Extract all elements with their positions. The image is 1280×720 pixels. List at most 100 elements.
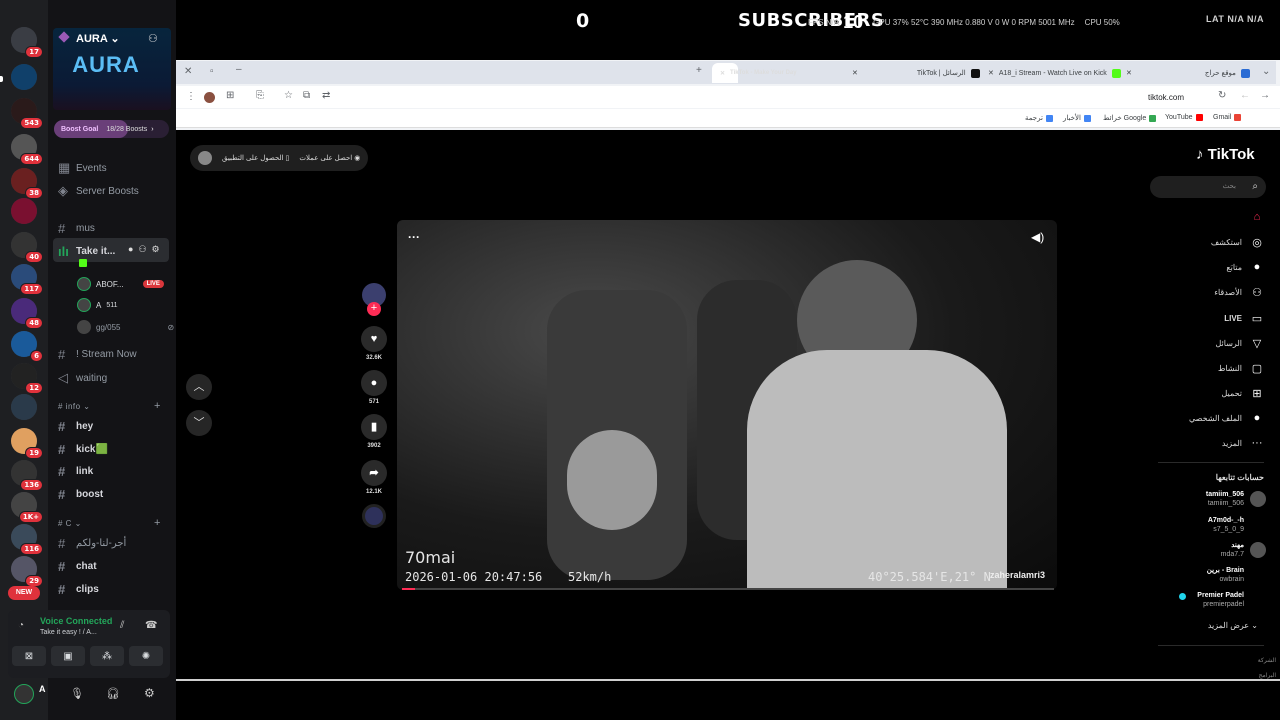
- new-tab-icon[interactable]: +: [696, 65, 702, 76]
- discord-home-button[interactable]: 17: [11, 27, 43, 58]
- channel-waiting[interactable]: ◁ waiting: [58, 370, 107, 386]
- server-icon[interactable]: 1K+: [11, 492, 43, 523]
- nav-following[interactable]: متابَع ●: [1226, 261, 1264, 273]
- video-player[interactable]: [397, 220, 1057, 590]
- bookmark-maps[interactable]: خرائط Google: [1103, 114, 1157, 122]
- translate-icon[interactable]: ⧉: [303, 90, 310, 101]
- server-icon[interactable]: 19: [11, 428, 43, 459]
- user-settings-icon[interactable]: ⚙: [144, 686, 155, 700]
- like-button[interactable]: ♥ 32.6K: [361, 326, 387, 361]
- camera-off-button[interactable]: ⊠: [12, 646, 46, 666]
- server-icon[interactable]: 117: [11, 264, 43, 295]
- server-icon[interactable]: 29: [11, 556, 43, 587]
- search-icon[interactable]: ⌕: [1252, 176, 1258, 198]
- close-tab-icon[interactable]: ✕: [1126, 69, 1132, 77]
- following-account[interactable]: Premier Padel premierpadel: [1197, 591, 1266, 609]
- nav-for-you[interactable]: ⌂: [1242, 211, 1264, 223]
- server-boosts-link[interactable]: ◈ Server Boosts: [58, 183, 139, 199]
- server-icon-aura[interactable]: [11, 64, 37, 90]
- reload-icon[interactable]: ↻: [1218, 90, 1226, 101]
- following-account[interactable]: برين - Brain owbrain: [1207, 566, 1266, 584]
- nav-more[interactable]: المزيد ···: [1222, 437, 1264, 449]
- minimize-window-icon[interactable]: –: [236, 64, 242, 75]
- bookmark-news[interactable]: الأخبار: [1063, 114, 1091, 122]
- channel-mus[interactable]: # mus: [58, 221, 95, 236]
- tab-search-icon[interactable]: ⌄: [1262, 66, 1270, 77]
- server-icon[interactable]: [11, 198, 37, 224]
- comment-button[interactable]: ● 571: [361, 370, 387, 405]
- see-more-link[interactable]: عرض المزيد ⌄: [1208, 621, 1258, 630]
- server-icon[interactable]: 644: [11, 134, 43, 165]
- settings-icon[interactable]: ⚙: [152, 244, 160, 255]
- footer-programs-link[interactable]: البرامج: [1259, 672, 1276, 679]
- share-button[interactable]: ➦ 12.1K: [361, 460, 387, 495]
- url-field[interactable]: tiktok.com: [1148, 93, 1184, 102]
- tab-messages[interactable]: ✕ TikTok | الرسائل: [852, 63, 980, 83]
- nav-explore[interactable]: استكشف ◎: [1211, 236, 1264, 249]
- back-icon[interactable]: →: [1260, 90, 1270, 101]
- channel-boost[interactable]: # boost: [58, 487, 103, 502]
- noise-suppression-icon[interactable]: ⫽: [120, 620, 124, 631]
- share-icon[interactable]: ⎘: [256, 90, 264, 101]
- bookmark-translate[interactable]: ترجمة: [1025, 114, 1053, 122]
- add-channel-icon[interactable]: +: [154, 517, 160, 529]
- headphones-icon[interactable]: 🎧︎: [106, 687, 120, 700]
- server-icon[interactable]: 12: [11, 363, 43, 394]
- following-account[interactable]: مهند mda7.7: [1221, 541, 1266, 559]
- channel-clips[interactable]: # clips: [58, 582, 99, 597]
- server-icon[interactable]: 38: [11, 168, 43, 199]
- server-name[interactable]: AURA ⌄: [76, 32, 120, 45]
- server-icon[interactable]: 136: [11, 460, 43, 491]
- invite-icon[interactable]: ⚇: [148, 32, 158, 45]
- follow-button[interactable]: +: [367, 302, 381, 316]
- channel-kick[interactable]: # kick🟩: [58, 442, 108, 457]
- tab-tiktok[interactable]: ✕ TikTok - Make Your Day: [712, 63, 797, 83]
- add-channel-icon[interactable]: +: [154, 400, 160, 412]
- close-tab-icon[interactable]: ✕: [852, 69, 858, 77]
- save-button[interactable]: ▮ 3902: [361, 414, 387, 449]
- channel-hey[interactable]: # hey: [58, 419, 93, 434]
- avatar[interactable]: [14, 684, 34, 704]
- tab-kick[interactable]: ✕ A18_i Stream - Watch Live on Kick: [988, 63, 1121, 83]
- screen-share-button[interactable]: ▣: [51, 646, 85, 666]
- nav-activity[interactable]: النشاط ▢: [1218, 362, 1264, 375]
- server-icon[interactable]: 6: [11, 331, 43, 362]
- following-account[interactable]: A7m0d-_-h s7_5_0_9: [1208, 516, 1266, 534]
- following-account[interactable]: tamiim_506 tamiim_506: [1206, 490, 1266, 508]
- close-window-icon[interactable]: ✕: [184, 66, 192, 77]
- user-name[interactable]: A: [39, 684, 46, 694]
- close-tab-icon[interactable]: ✕: [720, 70, 725, 77]
- server-icon[interactable]: 40: [11, 232, 43, 263]
- browser-menu-icon[interactable]: ⋮: [186, 91, 196, 102]
- profile-avatar[interactable]: [204, 92, 215, 103]
- footer-company-link[interactable]: الشركة: [1258, 657, 1276, 664]
- server-icon[interactable]: 48: [11, 298, 43, 329]
- avatar[interactable]: [198, 151, 212, 165]
- server-icon[interactable]: 543: [11, 98, 43, 129]
- get-app-link[interactable]: الحصول على التطبيق ▯: [222, 154, 289, 162]
- events-link[interactable]: ▦ Events: [58, 160, 107, 176]
- voice-user[interactable]: ABOF... LIVE: [77, 277, 164, 291]
- nav-live[interactable]: LIVE ▭: [1224, 312, 1264, 325]
- next-video-button[interactable]: ﹀: [186, 410, 212, 436]
- voice-user[interactable]: gg/055 ⊘: [77, 320, 174, 334]
- tiktok-logo[interactable]: ♪ TikTok: [1196, 146, 1255, 163]
- server-icon[interactable]: 116: [11, 524, 43, 555]
- bookmark-star-icon[interactable]: ☆: [284, 90, 293, 101]
- channel-arabic[interactable]: # أجر-لنا-ولكم: [58, 536, 126, 551]
- previous-video-button[interactable]: ︿: [186, 374, 212, 400]
- bookmark-youtube[interactable]: YouTube: [1165, 114, 1203, 121]
- volume-icon[interactable]: ◀︎): [1031, 230, 1044, 244]
- soundboard-button[interactable]: ✺: [129, 646, 163, 666]
- nav-messages[interactable]: الرسائل ▽: [1216, 337, 1265, 350]
- category-c[interactable]: # C ⌄: [58, 519, 82, 528]
- music-disc[interactable]: [362, 504, 386, 528]
- disconnect-icon[interactable]: ☎: [145, 620, 157, 631]
- category-info[interactable]: # info ⌄: [58, 402, 91, 411]
- microphone-icon[interactable]: 🎙︎: [70, 687, 84, 700]
- channel-stream-now[interactable]: # ! Stream Now: [58, 347, 137, 362]
- extensions-icon[interactable]: ⊞: [226, 90, 234, 101]
- video-progress-bar[interactable]: [402, 588, 1054, 590]
- get-coins-link[interactable]: احصل على عملات ◉: [299, 154, 360, 162]
- nav-friends[interactable]: الأصدقاء ⚇: [1214, 286, 1264, 299]
